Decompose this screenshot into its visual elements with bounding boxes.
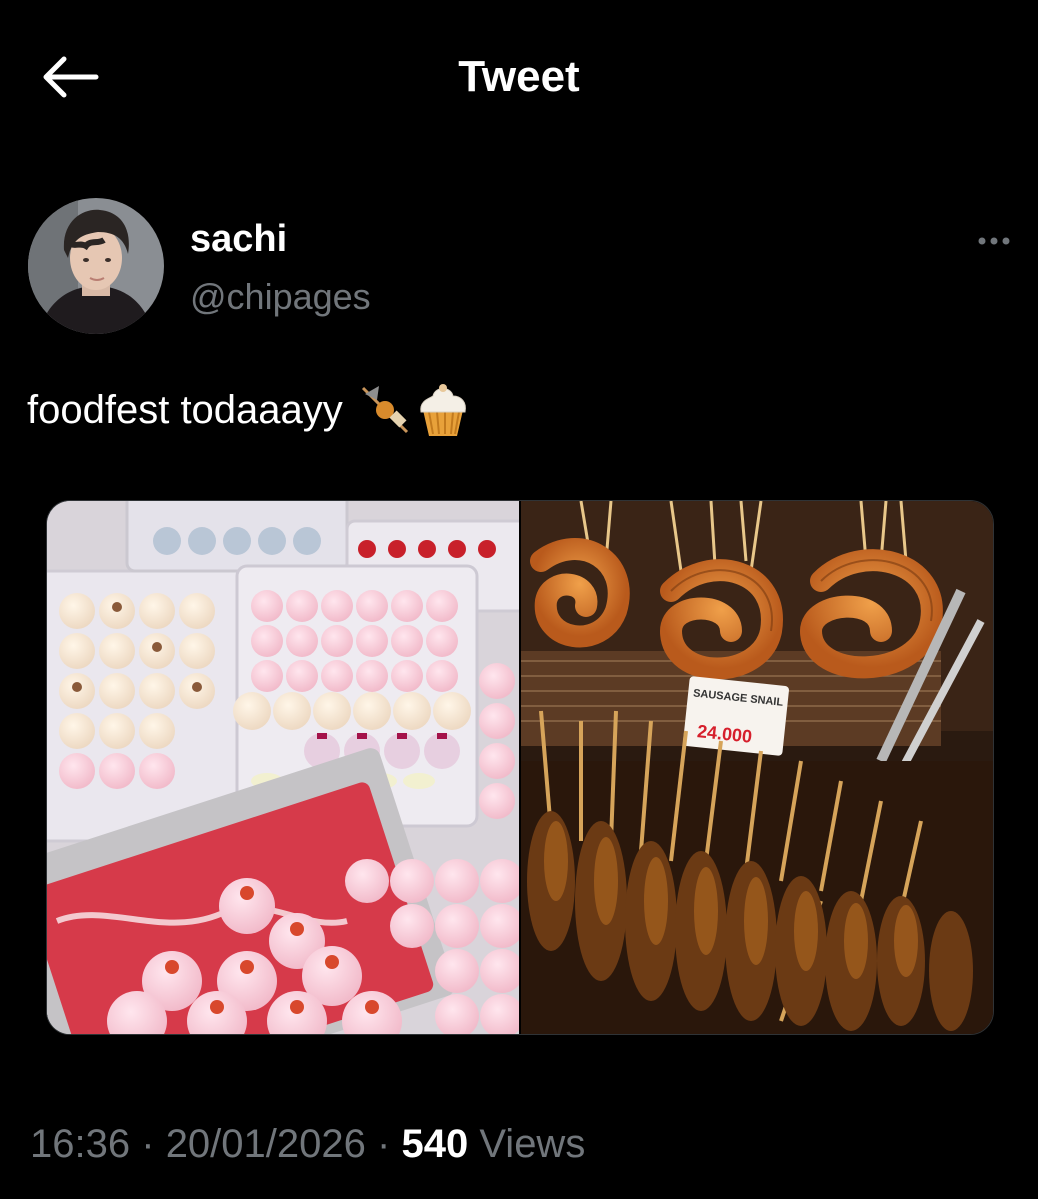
oden-skewer-emoji	[361, 386, 408, 434]
tweet-meta: 16:36 · 20/01/2026 · 540 Views	[30, 1122, 585, 1167]
cupcake-emoji	[420, 384, 466, 436]
more-options-button[interactable]	[968, 228, 1020, 254]
views-count[interactable]: 540	[401, 1122, 468, 1166]
tweet-text: foodfest todaaayy	[27, 387, 343, 432]
avatar[interactable]	[28, 198, 164, 334]
author-handle[interactable]: @chipages	[190, 276, 371, 318]
author-display-name[interactable]: sachi	[190, 218, 287, 261]
meta-separator: ·	[141, 1122, 155, 1166]
more-horizontal-icon	[978, 237, 1010, 245]
page-title: Tweet	[458, 52, 580, 101]
tweet-date: 20/01/2026	[165, 1122, 366, 1166]
tweet-time: 16:36	[30, 1122, 131, 1166]
photo-mochi[interactable]	[47, 501, 529, 1034]
tweet-text-row: foodfest todaaayy	[27, 382, 469, 438]
meta-separator: ·	[377, 1122, 391, 1166]
views-label[interactable]: Views	[479, 1122, 585, 1166]
photo-sausages[interactable]: SAUSAGE SNAIL 24.000	[521, 501, 993, 1034]
media-grid: SAUSAGE SNAIL 24.000	[46, 500, 994, 1035]
